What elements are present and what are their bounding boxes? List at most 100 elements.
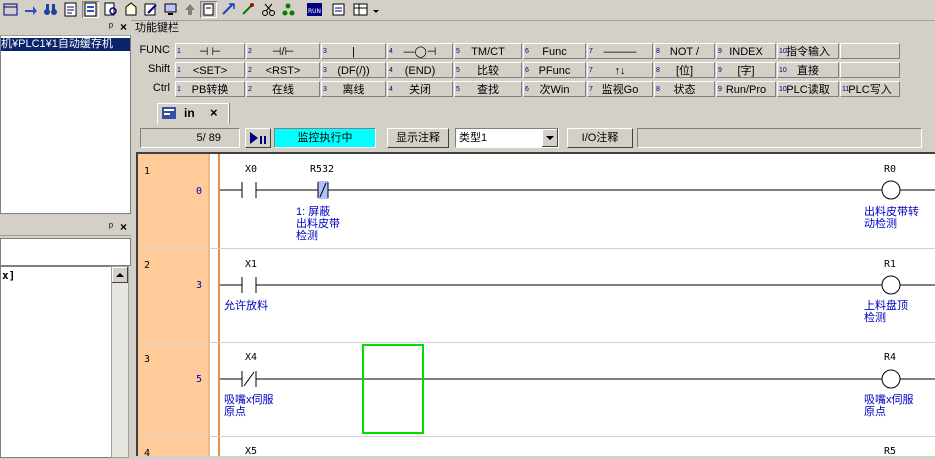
fkey-pfunc[interactable]: 6 PFunc [523,62,586,78]
contact-r532-label[interactable]: R532 [310,164,334,175]
fkey-find[interactable]: 5 查找 [454,81,522,97]
coil-r5-label[interactable]: R5 [884,446,896,457]
fkey-df[interactable]: 3 (DF(/)) [321,62,386,78]
fkey-tmct[interactable]: 5 TM/CT [454,43,522,59]
fkey-empty-2[interactable] [840,62,900,78]
fkey-vertical[interactable]: 3 | [321,43,386,59]
tab-in[interactable]: in × [157,103,229,124]
contact-x5-label[interactable]: X5 [245,446,257,457]
fkey-close[interactable]: 4 关闭 [387,81,453,97]
fkey-set[interactable]: 1 <SET> [175,62,245,78]
show-comment-button[interactable]: 显示注释 [387,128,449,148]
dropdown-icon[interactable] [371,1,380,18]
cell-cursor[interactable] [362,344,424,434]
fkey-plc-read[interactable]: 10 PLC读取 [777,81,839,97]
close-icon[interactable]: × [120,20,127,34]
search-icon[interactable] [102,1,119,18]
coil-r4[interactable] [881,369,901,389]
contact-x4-label[interactable]: X4 [245,352,257,363]
monitor-doc-icon[interactable] [62,1,79,18]
fkey-coil[interactable]: 4 —◯⊣ [387,43,453,59]
coil-r0[interactable] [881,180,901,200]
cut-icon[interactable] [220,1,237,18]
monitor-icon[interactable] [162,1,179,18]
fkey-bit[interactable]: 8 [位] [654,62,715,78]
function-key-bar: FUNC 1 ⊣ ⊢ 2 ⊣/⊢ 3 | 4 —◯⊣ 5 TM/CT 6 Func 7 ———… [135,43,935,98]
fkey-status[interactable]: 8 状态 [654,81,715,97]
property-list[interactable]: x] [0,266,112,458]
coil-r4-comment: 吸嘴x伺服 原点 [864,394,914,418]
fkey-run-pro[interactable]: 9 Run/Pro [716,81,776,97]
monitor-toggle-icon [250,132,266,144]
contact-x0-label[interactable]: X0 [245,164,257,175]
binoculars-icon[interactable] [42,1,59,18]
jump-icon[interactable] [122,1,139,18]
fkey-instruction-input[interactable]: 10 指令输入 [777,43,839,59]
doc-icon[interactable] [82,1,99,18]
io-comment-field [637,128,922,148]
project-tree[interactable]: 机¥PLC1¥1自动缓存机 [0,36,131,214]
property-header [0,238,131,266]
tree-panel-header: ᵖ × [0,20,131,36]
device-icon[interactable] [330,1,347,18]
tab-close-icon[interactable]: × [210,105,218,120]
fkey-offline[interactable]: 3 离线 [321,81,386,97]
rung-3[interactable] [220,369,935,389]
coil-r1[interactable] [881,275,901,295]
rung-2[interactable] [220,275,935,295]
comment-type-select[interactable]: 类型1 [455,128,559,148]
monitor-toggle-button[interactable] [245,128,271,148]
fkey-pb-convert[interactable]: 1 PB转换 [175,81,245,97]
close-icon[interactable]: × [120,220,127,234]
tree-icon[interactable] [280,1,297,18]
fkey-monitor-go[interactable]: 7 监视Go [587,81,653,97]
contact-x1-label[interactable]: X1 [245,259,257,270]
scroll-up-button[interactable] [112,267,128,283]
arrow-up-icon[interactable] [182,1,199,18]
io-comment-label[interactable]: I/O注释 [567,128,633,148]
property-text: x] [2,269,16,282]
vertical-scrollbar[interactable] [111,266,129,458]
fkey-func[interactable]: 6 Func [523,43,586,59]
fkey-word[interactable]: 9 [字] [716,62,776,78]
fkey-plc-write[interactable]: 11 PLC写入 [840,81,900,97]
fkey-empty-1[interactable] [840,43,900,59]
fkey-end[interactable]: 4 (END) [387,62,453,78]
coil-r1-label[interactable]: R1 [884,259,896,270]
fkey-index[interactable]: 9 INDEX [716,43,776,59]
arrow-icon[interactable] [22,1,39,18]
fkey-online[interactable]: 2 在线 [246,81,320,97]
fkey-row-label: FUNC [139,44,170,56]
layout-icon[interactable] [2,1,19,18]
coil-r1-comment: 上料盘顶 检测 [864,300,908,324]
ladder-editor[interactable]: 1 0 X0 R532 1: 屏蔽 出料皮带 检测 R0 出料皮带转 动检测 2… [136,152,935,459]
chevron-down-icon[interactable] [542,129,558,147]
monitor-mode-status: 监控执行中 [274,128,376,148]
coil-r0-comment: 出料皮带转 动检测 [864,206,919,230]
run-icon[interactable]: RUN [306,1,323,18]
fkey-contact-nc[interactable]: 2 ⊣/⊢ [246,43,320,59]
fkey-rst[interactable]: 2 <RST> [246,62,320,78]
table-icon[interactable] [352,1,369,18]
fkey-next-win[interactable]: 6 次Win [523,81,586,97]
property-panel: ᵖ × x] [0,220,131,458]
fkey-horizontal[interactable]: 7 ——— [587,43,653,59]
fkey-not[interactable]: 8 NOT / [654,43,715,59]
comment-type-value: 类型1 [459,132,488,144]
rung-1[interactable] [220,180,935,200]
pen-icon[interactable] [142,1,159,18]
rung-1-number: 1 [144,166,151,177]
write-icon[interactable] [200,1,217,18]
reaction-icon[interactable] [240,1,257,18]
pin-icon[interactable]: ᵖ [109,221,113,233]
fkey-contact[interactable]: 1 ⊣ ⊢ [175,43,245,59]
fkey-direct[interactable]: 10 直接 [777,62,839,78]
fkey-updown[interactable]: 7 ↑↓ [587,62,653,78]
tree-item-selected[interactable]: 机¥PLC1¥1自动缓存机 [1,38,130,51]
fkey-compare[interactable]: 5 比较 [454,62,522,78]
coil-r4-label[interactable]: R4 [884,352,896,363]
run-label: RUN [308,8,321,15]
scissor-icon[interactable] [260,1,277,18]
pin-icon[interactable]: ᵖ [109,21,113,33]
coil-r0-label[interactable]: R0 [884,164,896,175]
